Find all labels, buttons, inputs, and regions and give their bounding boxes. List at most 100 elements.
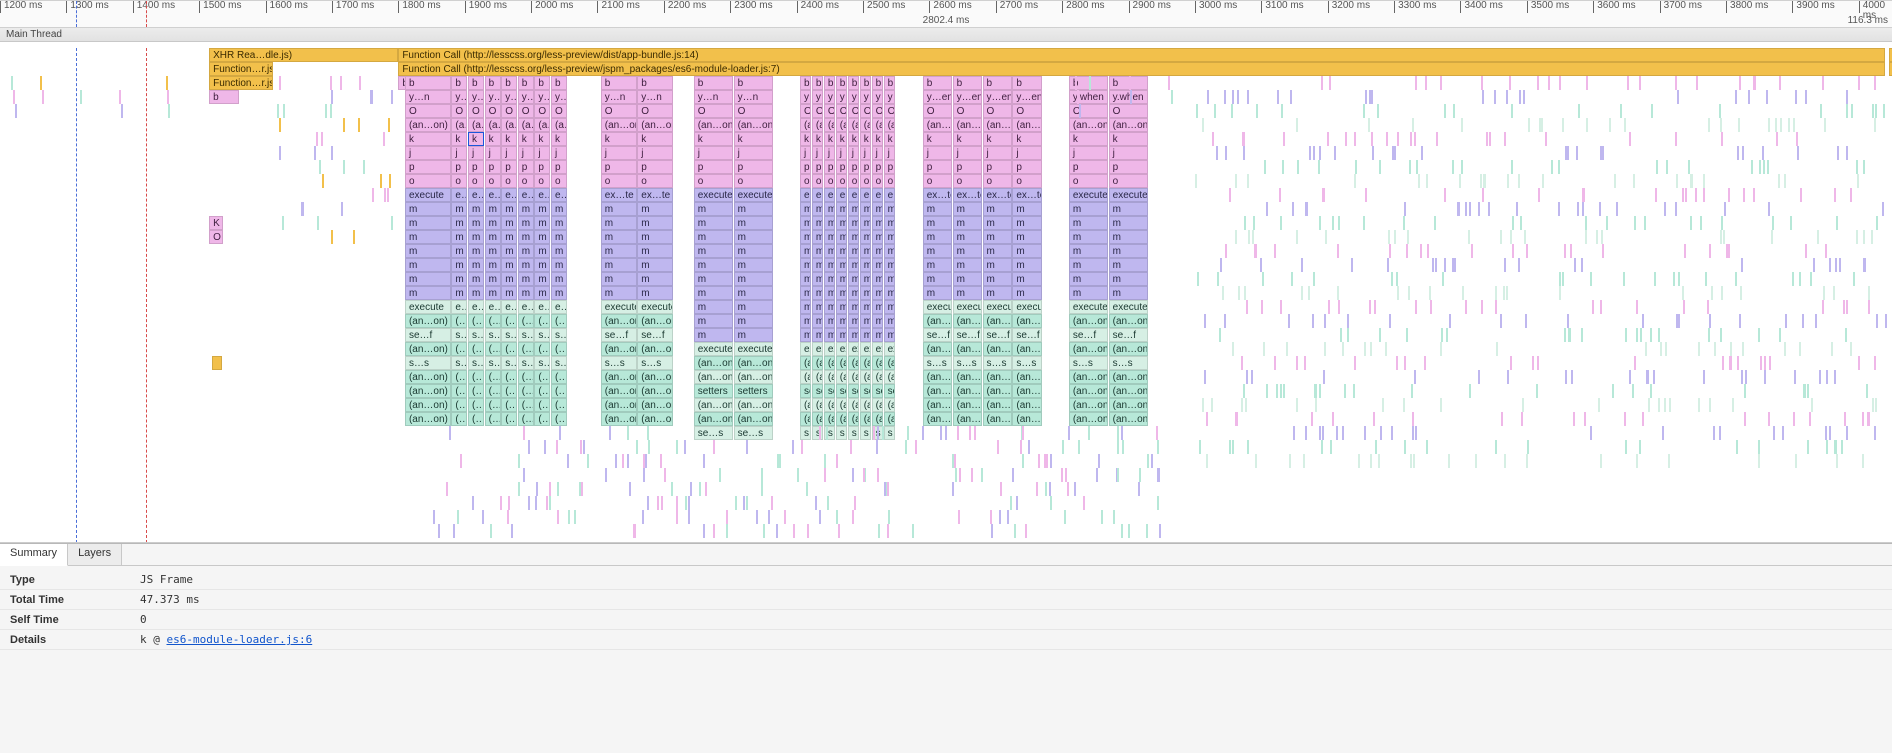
flame-sliver[interactable] [1616, 202, 1618, 216]
flame-bar[interactable]: s…s [923, 356, 952, 370]
flame-sliver[interactable] [1596, 230, 1598, 244]
flame-sliver[interactable] [648, 440, 650, 454]
flame-bar[interactable]: o [468, 174, 484, 188]
flame-bar[interactable]: o [551, 174, 567, 188]
flame-bar[interactable]: (an…on) [405, 342, 451, 356]
flame-bar[interactable]: se…f [923, 328, 952, 342]
flame-bar[interactable]: (an…on) [953, 314, 982, 328]
flame-bar[interactable]: e…e [824, 188, 835, 202]
flame-bar[interactable]: y…n [451, 90, 467, 104]
flame-bar[interactable]: e…e [485, 300, 501, 314]
flame-bar[interactable]: k [1012, 132, 1041, 146]
flame-sliver[interactable] [854, 496, 856, 510]
flame-bar[interactable]: m [734, 314, 773, 328]
flame-bar[interactable]: m [518, 258, 534, 272]
flame-bar[interactable]: m [1109, 286, 1148, 300]
flame-bar[interactable]: p [1109, 160, 1148, 174]
flame-sliver[interactable] [1465, 300, 1467, 314]
flame-sliver[interactable] [1768, 202, 1770, 216]
flame-bar[interactable]: (a…n) [848, 398, 859, 412]
flame-sliver[interactable] [1330, 440, 1332, 454]
flame-sliver[interactable] [1625, 440, 1627, 454]
flame-bar[interactable]: m [518, 286, 534, 300]
flame-bar[interactable]: m [734, 230, 773, 244]
flame-sliver[interactable] [1709, 398, 1711, 412]
flame-sliver[interactable] [567, 454, 569, 468]
flame-bar[interactable]: Function…r.js:7) [209, 62, 273, 76]
flame-sliver[interactable] [703, 524, 705, 538]
flame-sliver[interactable] [1303, 454, 1305, 468]
flame-bar[interactable]: k [601, 132, 637, 146]
flame-sliver[interactable] [1743, 188, 1745, 202]
flame-bar[interactable]: o [734, 174, 773, 188]
flame-sliver[interactable] [1328, 300, 1330, 314]
flame-sliver[interactable] [1599, 202, 1601, 216]
flame-sliver[interactable] [1247, 174, 1249, 188]
flame-sliver[interactable] [1436, 132, 1438, 146]
flame-bar[interactable]: m [1012, 286, 1041, 300]
tab-layers[interactable]: Layers [68, 544, 122, 565]
flame-bar[interactable]: (…) [501, 412, 517, 426]
flame-sliver[interactable] [1062, 440, 1064, 454]
flame-bar[interactable]: m [812, 258, 823, 272]
flame-bar[interactable]: m [501, 216, 517, 230]
flame-sliver[interactable] [1486, 132, 1488, 146]
flame-bar[interactable]: m [983, 202, 1012, 216]
flame-bar[interactable]: m [1109, 272, 1148, 286]
flame-bar[interactable]: (an…on) [1012, 342, 1041, 356]
flame-sliver[interactable] [1449, 314, 1451, 328]
flame-bar[interactable]: (an…on) [637, 118, 673, 132]
flame-bar[interactable]: (a…n) [800, 412, 811, 426]
flame-bar[interactable]: (an…on) [1012, 412, 1041, 426]
flame-bar[interactable]: (an…on) [694, 412, 733, 426]
flame-sliver[interactable] [1289, 454, 1291, 468]
flame-sliver[interactable] [1277, 90, 1279, 104]
flame-bar[interactable]: j [551, 146, 567, 160]
flame-sliver[interactable] [1799, 342, 1801, 356]
flame-sliver[interactable] [1050, 496, 1052, 510]
flame-sliver[interactable] [726, 524, 728, 538]
flame-sliver[interactable] [1212, 132, 1214, 146]
flame-bar[interactable]: m [405, 230, 451, 244]
flame-sliver[interactable] [1565, 370, 1567, 384]
flame-sliver[interactable] [1764, 356, 1766, 370]
flame-bar[interactable]: m [501, 272, 517, 286]
flame-sliver[interactable] [1196, 104, 1198, 118]
flame-bar[interactable]: m [694, 286, 733, 300]
flame-bar[interactable]: y…n [485, 90, 501, 104]
flame-sliver[interactable] [940, 426, 942, 440]
flame-bar[interactable]: e…e [860, 188, 871, 202]
flame-bar[interactable]: (…) [468, 398, 484, 412]
flame-bar[interactable]: m [468, 244, 484, 258]
flame-sliver[interactable] [1790, 216, 1792, 230]
flame-sliver[interactable] [1636, 328, 1638, 342]
flame-sliver[interactable] [518, 482, 520, 496]
flame-sliver[interactable] [1846, 104, 1848, 118]
flame-sliver[interactable] [1826, 440, 1828, 454]
flame-bar[interactable]: m [518, 230, 534, 244]
flame-sliver[interactable] [1483, 174, 1485, 188]
flame-sliver[interactable] [1642, 314, 1644, 328]
flame-sliver[interactable] [384, 188, 386, 202]
flame-sliver[interactable] [1412, 412, 1414, 426]
flame-bar[interactable]: m [848, 202, 859, 216]
flame-sliver[interactable] [1338, 216, 1340, 230]
flame-sliver[interactable] [1355, 160, 1357, 174]
flame-sliver[interactable] [657, 496, 659, 510]
flame-bar[interactable]: m [872, 300, 883, 314]
flame-sliver[interactable] [1074, 482, 1076, 496]
flame-sliver[interactable] [1758, 328, 1760, 342]
flame-bar[interactable]: m [1012, 230, 1041, 244]
flame-sliver[interactable] [1629, 370, 1631, 384]
flame-sliver[interactable] [1354, 132, 1356, 146]
flame-bar[interactable]: (a…n) [872, 370, 883, 384]
flame-bar[interactable]: s…s [1069, 356, 1108, 370]
flame-bar[interactable]: m [923, 258, 952, 272]
flame-bar[interactable]: (a…) [836, 118, 847, 132]
flame-bar[interactable]: m [405, 272, 451, 286]
flame-sliver[interactable] [1792, 272, 1794, 286]
flame-sliver[interactable] [1775, 118, 1777, 132]
flame-bar[interactable]: (a…n) [824, 370, 835, 384]
flame-sliver[interactable] [1344, 384, 1346, 398]
flame-sliver[interactable] [358, 118, 360, 132]
